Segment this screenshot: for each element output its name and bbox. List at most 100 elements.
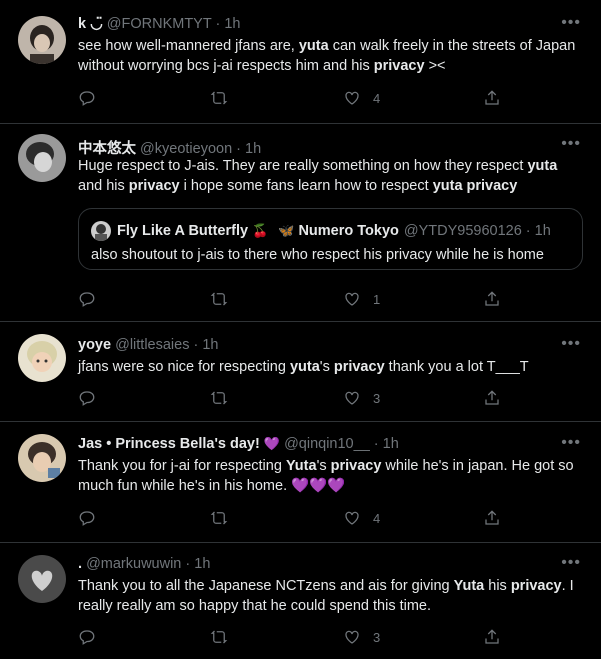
quoted-handle[interactable]: @YTDY95960126 xyxy=(404,223,522,239)
quoted-avatar[interactable] xyxy=(91,221,111,241)
like-count: 4 xyxy=(373,90,381,106)
display-name[interactable]: Jas • Princess Bella's day! xyxy=(78,436,260,452)
reply-icon xyxy=(79,630,95,645)
text-segment: >< xyxy=(424,58,446,74)
like-icon xyxy=(345,292,359,306)
tweet-text: jfans were so nice for respecting yuta's… xyxy=(78,357,585,377)
like-button[interactable]: 3 xyxy=(343,389,380,407)
reply-button[interactable] xyxy=(78,389,96,407)
tweet-text: Huge respect to J-ais. They are really s… xyxy=(78,156,585,196)
like-icon xyxy=(345,91,359,105)
timestamp[interactable]: 1h xyxy=(383,436,399,452)
handle[interactable]: @kyeotieyoon xyxy=(140,141,232,157)
retweet-button[interactable] xyxy=(210,389,228,407)
display-name[interactable]: . xyxy=(78,556,82,572)
like-button[interactable]: 4 xyxy=(343,509,380,527)
timestamp[interactable]: 1h xyxy=(224,16,240,32)
highlighted-keyword: privacy xyxy=(373,58,425,74)
retweet-button[interactable] xyxy=(210,89,228,107)
separator: · xyxy=(236,141,242,157)
handle[interactable]: @qinqin10__ xyxy=(284,436,370,452)
avatar[interactable] xyxy=(18,555,66,603)
highlighted-keyword: yuta privacy xyxy=(432,178,518,194)
more-icon[interactable]: ••• xyxy=(561,135,581,153)
purple-heart-emoji: 💜 xyxy=(263,436,281,451)
tweet-header: Jas • Princess Bella's day! 💜 @qinqin10_… xyxy=(78,436,561,452)
share-icon xyxy=(485,510,499,525)
text-segment: jfans were so nice for respecting xyxy=(78,359,290,375)
display-name[interactable]: yoye xyxy=(78,337,111,353)
quoted-timestamp[interactable]: 1h xyxy=(535,223,551,239)
reply-button[interactable] xyxy=(78,290,96,308)
tweet-text: Thank you to all the Japanese NCTzens an… xyxy=(78,576,585,616)
quoted-display-name-2[interactable]: Numero Tokyo xyxy=(298,223,398,239)
share-button[interactable] xyxy=(483,628,501,646)
handle[interactable]: @markuwuwin xyxy=(86,556,181,572)
retweet-button[interactable] xyxy=(210,509,228,527)
highlighted-keyword: Yuta xyxy=(453,578,485,594)
highlighted-keyword: yuta xyxy=(298,38,329,54)
like-count: 3 xyxy=(373,390,381,406)
tweet-header: 中本悠太 @kyeotieyoon · 1h xyxy=(78,137,561,158)
more-icon[interactable]: ••• xyxy=(561,14,581,32)
share-icon xyxy=(485,629,499,644)
like-count: 3 xyxy=(373,629,381,645)
tweet[interactable]: k ◡̈ @FORNKMTYT · 1h ••• see how well-ma… xyxy=(0,0,601,124)
tweet-actions: 3 xyxy=(78,628,501,648)
quoted-display-name[interactable]: Fly Like A Butterfly xyxy=(117,223,248,239)
tweet-actions: 4 xyxy=(78,509,501,529)
like-icon xyxy=(345,630,359,644)
retweet-button[interactable] xyxy=(210,290,228,308)
retweet-button[interactable] xyxy=(210,628,228,646)
tweet-actions: 4 xyxy=(78,89,501,109)
tweet-header: k ◡̈ @FORNKMTYT · 1h xyxy=(78,16,561,32)
share-button[interactable] xyxy=(483,89,501,107)
timestamp[interactable]: 1h xyxy=(245,141,261,157)
text-segment: Thank you for j-ai for respecting xyxy=(78,458,286,474)
reply-icon xyxy=(79,292,95,307)
avatar[interactable] xyxy=(18,134,66,182)
more-icon[interactable]: ••• xyxy=(561,335,581,353)
avatar[interactable] xyxy=(18,334,66,382)
quoted-tweet[interactable]: Fly Like A Butterfly 🍒 🦋 Numero Tokyo @Y… xyxy=(78,208,583,270)
tweet-actions: 3 xyxy=(78,389,501,409)
reply-button[interactable] xyxy=(78,509,96,527)
share-icon xyxy=(485,90,499,105)
retweet-icon xyxy=(210,391,228,405)
tweet[interactable]: 中本悠太 @kyeotieyoon · 1h ••• Huge respect … xyxy=(0,124,601,322)
reply-icon xyxy=(79,511,95,526)
share-button[interactable] xyxy=(483,290,501,308)
share-button[interactable] xyxy=(483,509,501,527)
more-icon[interactable]: ••• xyxy=(561,554,581,572)
text-segment: thank you a lot T___T xyxy=(384,359,529,375)
text-segment: Thank you to all the Japanese NCTzens an… xyxy=(78,578,454,594)
tweet-actions: 1 xyxy=(78,290,501,310)
share-button[interactable] xyxy=(483,389,501,407)
tweet[interactable]: . @markuwuwin · 1h ••• Thank you to all … xyxy=(0,543,601,659)
avatar[interactable] xyxy=(18,434,66,482)
separator: · xyxy=(525,223,531,239)
more-icon[interactable]: ••• xyxy=(561,434,581,452)
retweet-icon xyxy=(210,292,228,306)
tweet[interactable]: yoye @littlesaies · 1h ••• jfans were so… xyxy=(0,322,601,422)
tweet[interactable]: Jas • Princess Bella's day! 💜 @qinqin10_… xyxy=(0,422,601,543)
separator: · xyxy=(185,556,191,572)
timestamp[interactable]: 1h xyxy=(202,337,218,353)
text-segment: 's xyxy=(316,458,331,474)
display-name[interactable]: 中本悠太 xyxy=(78,141,136,157)
highlighted-keyword: privacy xyxy=(510,578,562,594)
like-button[interactable]: 4 xyxy=(343,89,380,107)
text-segment: 's xyxy=(319,359,334,375)
text-segment: i hope some fans learn how to respect xyxy=(179,178,433,194)
like-button[interactable]: 1 xyxy=(343,290,380,308)
avatar[interactable] xyxy=(18,16,66,64)
timestamp[interactable]: 1h xyxy=(194,556,210,572)
like-button[interactable]: 3 xyxy=(343,628,380,646)
display-name[interactable]: k ◡̈ xyxy=(78,16,103,32)
reply-button[interactable] xyxy=(78,89,96,107)
reply-button[interactable] xyxy=(78,628,96,646)
handle[interactable]: @FORNKMTYT xyxy=(107,16,212,32)
handle[interactable]: @littlesaies xyxy=(115,337,189,353)
separator: · xyxy=(193,337,199,353)
cherry-emoji: 🍒 xyxy=(252,223,269,238)
